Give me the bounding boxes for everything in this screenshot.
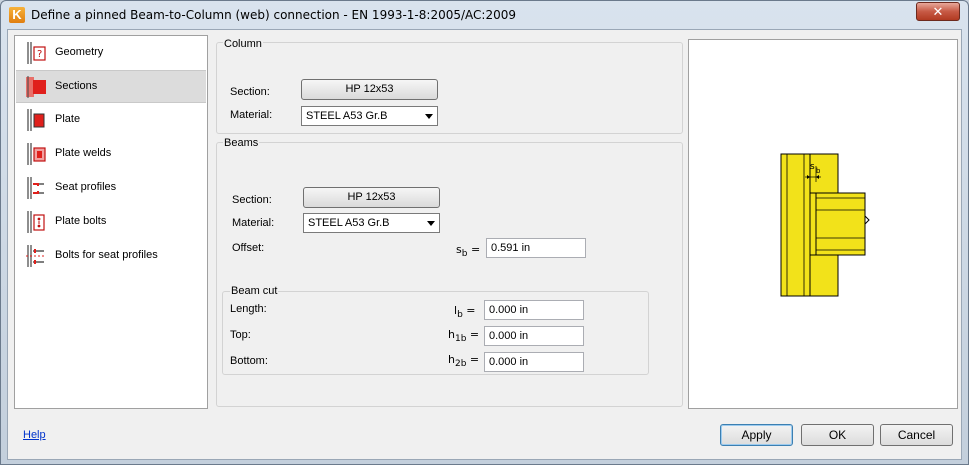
ok-button[interactable]: OK	[801, 424, 874, 446]
beam-cut-group-title: Beam cut	[230, 285, 279, 297]
beams-section-button[interactable]: HP 12x53	[303, 187, 440, 208]
plate-icon	[27, 109, 45, 131]
dialog-window: K Define a pinned Beam-to-Column (web) c…	[0, 0, 969, 465]
nav-label-plate: Plate	[55, 113, 81, 125]
nav-label-plate-welds: Plate welds	[55, 147, 112, 159]
seat-profiles-icon	[27, 177, 44, 199]
chevron-down-icon	[425, 114, 433, 119]
nav-item-bolts-seat-profiles[interactable]: Bolts for seat profiles	[16, 240, 206, 273]
apply-button[interactable]: Apply	[720, 424, 793, 446]
column-section-button[interactable]: HP 12x53	[301, 79, 438, 100]
app-logo-icon: K	[9, 7, 25, 23]
nav-item-seat-profiles[interactable]: Seat profiles	[16, 172, 206, 205]
end-plate-shape	[809, 192, 817, 256]
column-material-value: STEEL A53 Gr.B	[306, 110, 388, 122]
top-symbol: h1b =	[448, 328, 480, 345]
beams-material-select[interactable]: STEEL A53 Gr.B	[303, 213, 440, 233]
column-group	[216, 42, 683, 134]
bottom-symbol: h2b =	[448, 353, 480, 370]
connection-preview: s b	[688, 39, 958, 409]
sections-icon	[26, 76, 46, 98]
chevron-down-icon	[427, 221, 435, 226]
window-title: Define a pinned Beam-to-Column (web) con…	[31, 8, 516, 22]
nav-item-plate-welds[interactable]: Plate welds	[16, 138, 206, 171]
offset-symbol: sb =	[456, 243, 481, 260]
top-input[interactable]: 0.000 in	[484, 326, 584, 346]
nav-item-plate-bolts[interactable]: Plate bolts	[16, 206, 206, 239]
beam-cut-length-label: Length:	[230, 303, 267, 315]
nav-item-plate[interactable]: Plate	[16, 104, 206, 137]
nav-label-plate-bolts: Plate bolts	[55, 215, 107, 227]
beams-group-title: Beams	[223, 137, 260, 149]
beam-shape	[815, 192, 866, 256]
beams-material-label: Material:	[232, 217, 275, 229]
dialog-client: ? Geometry Sections Plate Plate welds Se…	[7, 29, 962, 460]
beam-cut-top-label: Top:	[230, 329, 251, 341]
cancel-button[interactable]: Cancel	[880, 424, 953, 446]
nav-item-geometry[interactable]: ? Geometry	[16, 37, 206, 70]
nav-label-geometry: Geometry	[55, 46, 104, 58]
bolts-seat-icon	[26, 245, 46, 267]
beam-cut-group	[222, 291, 649, 375]
connection-drawing: s b	[780, 153, 870, 297]
bottom-input[interactable]: 0.000 in	[484, 352, 584, 372]
plate-welds-icon	[27, 143, 46, 165]
column-material-select[interactable]: STEEL A53 Gr.B	[301, 106, 438, 126]
title-bar: K Define a pinned Beam-to-Column (web) c…	[1, 1, 968, 29]
beams-section-label: Section:	[232, 194, 272, 206]
length-input[interactable]: 0.000 in	[484, 300, 584, 320]
column-group-title: Column	[223, 38, 263, 50]
column-shape	[780, 153, 811, 297]
close-button[interactable]: ✕	[916, 2, 960, 21]
nav-label-sections: Sections	[55, 80, 98, 92]
beam-cut-bottom-label: Bottom:	[230, 355, 268, 367]
plate-bolts-icon	[27, 211, 45, 233]
svg-text:?: ?	[37, 49, 42, 60]
nav-label-bolts-seat-profiles: Bolts for seat profiles	[55, 249, 158, 261]
column-material-label: Material:	[230, 109, 273, 121]
nav-label-seat-profiles: Seat profiles	[55, 181, 117, 193]
nav-item-sections[interactable]: Sections	[16, 70, 206, 103]
beams-offset-label: Offset:	[232, 242, 265, 254]
beams-material-value: STEEL A53 Gr.B	[308, 217, 390, 229]
length-symbol: lb =	[454, 304, 476, 321]
geometry-icon: ?	[27, 42, 46, 64]
offset-input[interactable]: 0.591 in	[486, 238, 586, 258]
help-link[interactable]: Help	[23, 429, 46, 441]
dimension-label: s	[810, 162, 815, 172]
column-section-label: Section:	[230, 86, 270, 98]
dimension-label-sub: b	[816, 167, 821, 175]
section-nav: ? Geometry Sections Plate Plate welds Se…	[14, 35, 208, 409]
